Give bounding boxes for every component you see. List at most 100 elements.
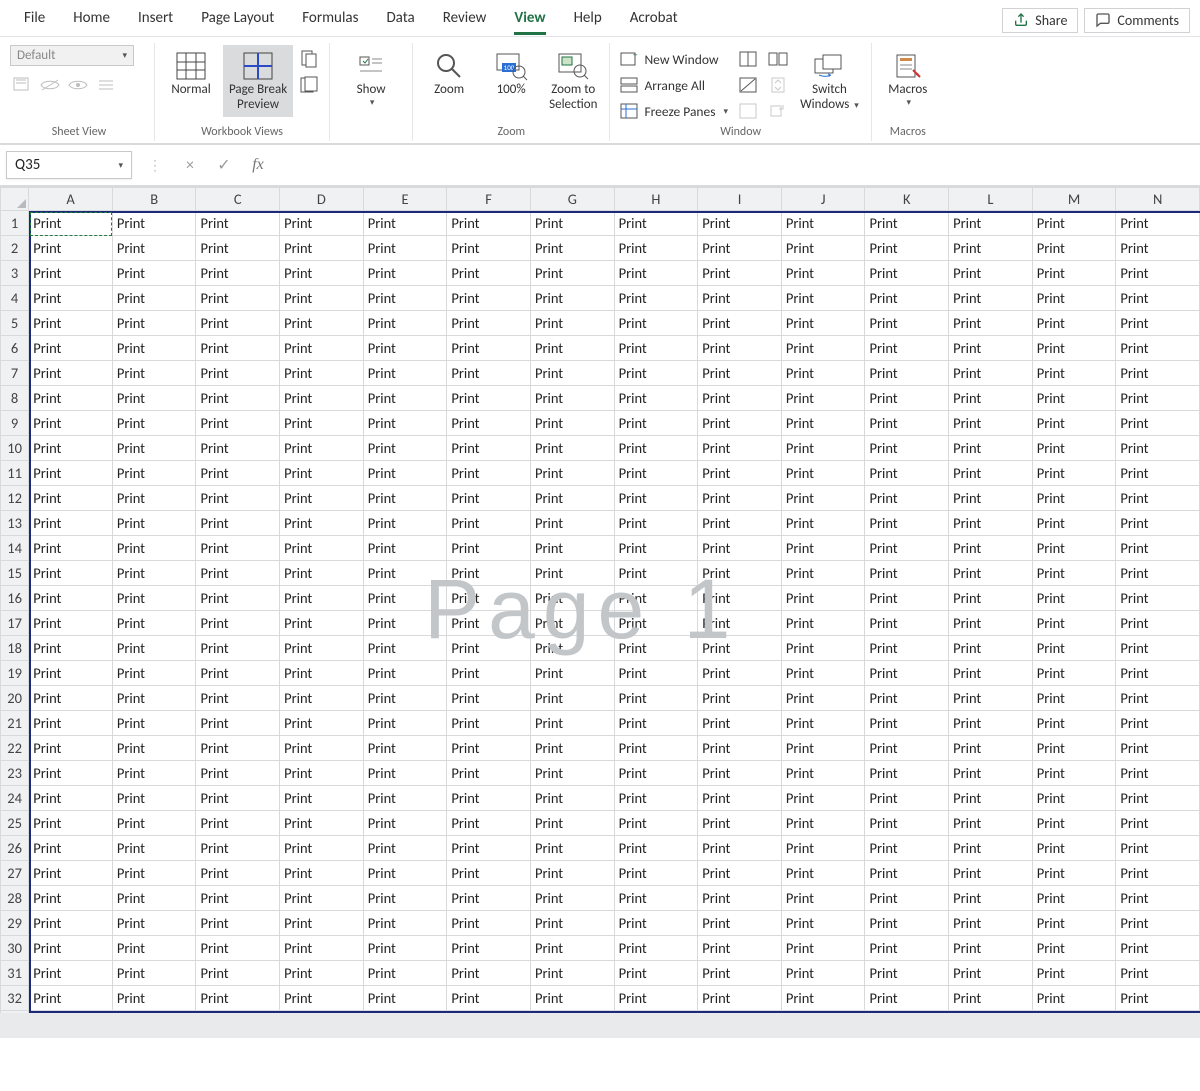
cell[interactable]: Print	[29, 961, 113, 986]
cell[interactable]: Print	[29, 711, 113, 736]
cell[interactable]	[698, 1011, 782, 1036]
cell[interactable]: Print	[949, 586, 1033, 611]
cell[interactable]: Print	[781, 911, 865, 936]
cell[interactable]: Print	[530, 461, 614, 486]
cell[interactable]: Print	[698, 811, 782, 836]
cell[interactable]: Print	[865, 461, 949, 486]
cell[interactable]: Print	[614, 836, 698, 861]
cell[interactable]: Print	[363, 236, 447, 261]
row-header[interactable]: 5	[1, 311, 29, 336]
cell[interactable]: Print	[29, 836, 113, 861]
cell[interactable]: Print	[530, 361, 614, 386]
cell[interactable]: Print	[530, 686, 614, 711]
cell[interactable]: Print	[1116, 261, 1200, 286]
cell[interactable]: Print	[530, 561, 614, 586]
cell[interactable]: Print	[614, 561, 698, 586]
row-header[interactable]: 14	[1, 536, 29, 561]
row-header[interactable]: 29	[1, 911, 29, 936]
cell[interactable]: Print	[698, 461, 782, 486]
row-header[interactable]: 17	[1, 611, 29, 636]
cell[interactable]	[447, 1011, 531, 1036]
cell[interactable]: Print	[530, 736, 614, 761]
cell[interactable]	[781, 1011, 865, 1036]
cell[interactable]: Print	[29, 311, 113, 336]
cell[interactable]: Print	[29, 786, 113, 811]
cell[interactable]: Print	[196, 711, 280, 736]
cell[interactable]: Print	[447, 386, 531, 411]
cell[interactable]: Print	[112, 661, 196, 686]
row-header[interactable]: 9	[1, 411, 29, 436]
row-header[interactable]: 33	[1, 1011, 29, 1036]
cell[interactable]: Print	[1032, 511, 1116, 536]
cell[interactable]: Print	[363, 486, 447, 511]
cell[interactable]: Print	[781, 811, 865, 836]
cell[interactable]: Print	[280, 811, 364, 836]
cell[interactable]: Print	[280, 361, 364, 386]
cell[interactable]: Print	[698, 486, 782, 511]
cell[interactable]: Print	[196, 761, 280, 786]
cell[interactable]: Print	[949, 411, 1033, 436]
cell[interactable]: Print	[280, 611, 364, 636]
cell[interactable]: Print	[781, 586, 865, 611]
cell[interactable]: Print	[1116, 386, 1200, 411]
cell[interactable]: Print	[363, 961, 447, 986]
cell[interactable]: Print	[29, 761, 113, 786]
cell[interactable]: Print	[1116, 311, 1200, 336]
cell[interactable]: Print	[280, 786, 364, 811]
cell[interactable]: Print	[781, 836, 865, 861]
cell[interactable]: Print	[447, 586, 531, 611]
tab-data[interactable]: Data	[372, 5, 428, 35]
zoom-100-button[interactable]: 100 100%	[481, 45, 541, 117]
cell[interactable]: Print	[112, 961, 196, 986]
cell[interactable]: Print	[196, 811, 280, 836]
cell[interactable]: Print	[530, 836, 614, 861]
cell[interactable]: Print	[280, 661, 364, 686]
cell[interactable]: Print	[112, 236, 196, 261]
cell[interactable]: Print	[196, 461, 280, 486]
cell[interactable]: Print	[1032, 586, 1116, 611]
cell[interactable]: Print	[781, 436, 865, 461]
cell[interactable]: Print	[280, 736, 364, 761]
cell[interactable]: Print	[614, 386, 698, 411]
sheetview-default-dropdown[interactable]: Default ▾	[10, 45, 134, 66]
cell[interactable]: Print	[447, 261, 531, 286]
cell[interactable]: Print	[614, 686, 698, 711]
cell[interactable]: Print	[196, 861, 280, 886]
cell[interactable]: Print	[363, 386, 447, 411]
cell[interactable]: Print	[949, 986, 1033, 1011]
cell[interactable]: Print	[112, 686, 196, 711]
arrange-all-button[interactable]: Arrange All	[616, 73, 732, 97]
cell[interactable]: Print	[1116, 911, 1200, 936]
cell[interactable]: Print	[280, 836, 364, 861]
cell[interactable]: Print	[949, 936, 1033, 961]
new-window-button[interactable]: + New Window	[616, 47, 732, 71]
cell[interactable]: Print	[447, 661, 531, 686]
cell[interactable]	[280, 1011, 364, 1036]
cell[interactable]: Print	[280, 511, 364, 536]
cell[interactable]	[196, 1011, 280, 1036]
cell[interactable]: Print	[698, 736, 782, 761]
cell[interactable]: Print	[29, 261, 113, 286]
column-header[interactable]: M	[1032, 188, 1116, 211]
cell[interactable]: Print	[196, 511, 280, 536]
cell[interactable]: Print	[614, 286, 698, 311]
cell[interactable]: Print	[781, 261, 865, 286]
cell[interactable]: Print	[1032, 411, 1116, 436]
cell[interactable]: Print	[530, 261, 614, 286]
cell[interactable]: Print	[1116, 686, 1200, 711]
cell[interactable]: Print	[949, 511, 1033, 536]
unhide-window-icon[interactable]	[738, 101, 758, 121]
cell[interactable]: Print	[280, 586, 364, 611]
cell[interactable]: Print	[698, 311, 782, 336]
cell[interactable]: Print	[1032, 711, 1116, 736]
cell[interactable]: Print	[949, 261, 1033, 286]
cell[interactable]: Print	[447, 961, 531, 986]
cell[interactable]: Print	[865, 736, 949, 761]
cell[interactable]: Print	[1032, 286, 1116, 311]
cell[interactable]: Print	[949, 886, 1033, 911]
cell[interactable]: Print	[1116, 936, 1200, 961]
cell[interactable]: Print	[112, 461, 196, 486]
cell[interactable]: Print	[112, 636, 196, 661]
cell[interactable]: Print	[530, 411, 614, 436]
cell[interactable]: Print	[614, 861, 698, 886]
